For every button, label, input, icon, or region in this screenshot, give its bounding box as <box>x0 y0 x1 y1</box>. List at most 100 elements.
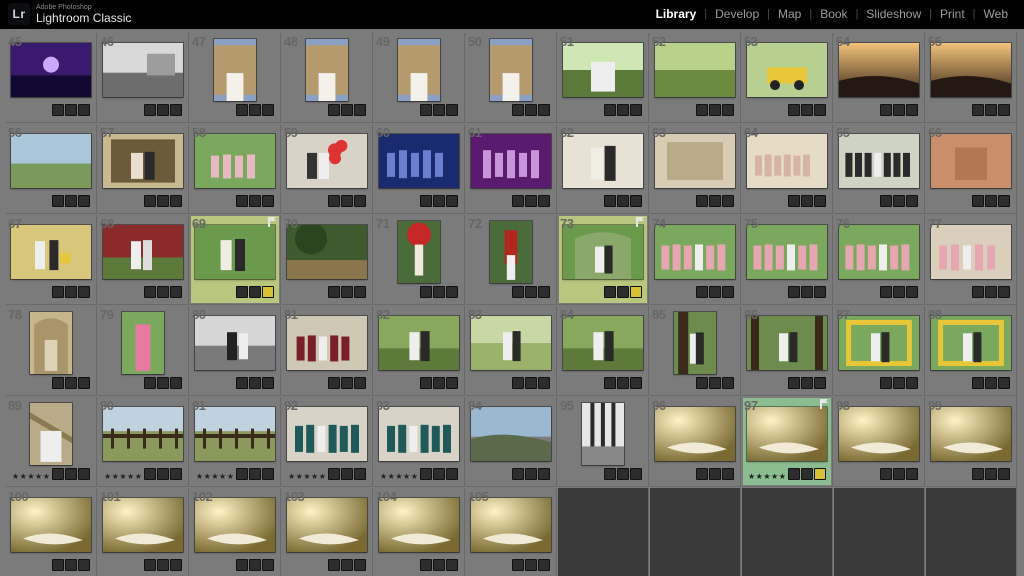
badge-icon[interactable] <box>236 559 248 571</box>
grid-cell[interactable]: 56 <box>6 124 97 214</box>
thumbnail[interactable] <box>563 316 643 370</box>
badge-icon[interactable] <box>985 377 997 389</box>
badge-icon[interactable] <box>538 377 550 389</box>
badge-icon[interactable] <box>788 195 800 207</box>
grid-cell[interactable]: 64 <box>742 124 833 214</box>
badge-icon[interactable] <box>985 195 997 207</box>
thumbnail[interactable] <box>398 221 440 283</box>
grid-cell[interactable]: 102 <box>190 488 281 576</box>
badge-icon[interactable] <box>157 286 169 298</box>
badge-icon[interactable] <box>262 104 274 116</box>
badge-icon[interactable] <box>709 104 721 116</box>
thumbnail[interactable] <box>747 225 827 279</box>
module-tab-print[interactable]: Print <box>932 7 973 21</box>
badge-icon[interactable] <box>249 286 261 298</box>
badge-icon[interactable] <box>433 104 445 116</box>
badge-icon[interactable] <box>262 559 274 571</box>
badge-icon[interactable] <box>696 377 708 389</box>
badge-icon[interactable] <box>972 377 984 389</box>
badge-icon[interactable] <box>722 104 734 116</box>
badge-icon[interactable] <box>170 286 182 298</box>
grid-cell[interactable]: 97★★★★★ <box>742 397 833 487</box>
badge-icon[interactable] <box>722 377 734 389</box>
thumbnail[interactable] <box>582 403 624 465</box>
badge-icon[interactable] <box>998 104 1010 116</box>
badge-icon[interactable] <box>420 104 432 116</box>
badge-icon[interactable] <box>144 286 156 298</box>
badge-icon[interactable] <box>972 286 984 298</box>
badge-icon[interactable] <box>170 559 182 571</box>
badge-icon[interactable] <box>538 195 550 207</box>
badge-icon[interactable] <box>446 286 458 298</box>
grid-cell[interactable]: 48 <box>282 33 373 123</box>
badge-icon[interactable] <box>998 195 1010 207</box>
badge-icon[interactable] <box>801 195 813 207</box>
pick-flag-icon[interactable] <box>819 399 829 409</box>
badge-icon[interactable] <box>630 377 642 389</box>
badge-icon[interactable] <box>170 104 182 116</box>
thumbnail[interactable] <box>379 407 459 461</box>
badge-icon[interactable] <box>354 468 366 480</box>
grid-cell[interactable]: 85 <box>650 306 741 396</box>
badge-icon[interactable] <box>433 377 445 389</box>
grid-cell[interactable]: 75 <box>742 215 833 305</box>
grid-cell[interactable]: 59 <box>282 124 373 214</box>
badge-icon[interactable] <box>78 286 90 298</box>
badge-icon[interactable] <box>262 468 274 480</box>
thumbnail[interactable] <box>839 407 919 461</box>
badge-icon[interactable] <box>157 377 169 389</box>
badge-icon[interactable] <box>788 104 800 116</box>
grid-cell[interactable]: 92★★★★★ <box>282 397 373 487</box>
badge-icon[interactable] <box>433 468 445 480</box>
badge-icon[interactable] <box>801 286 813 298</box>
grid-cell[interactable]: 46 <box>98 33 189 123</box>
badge-icon[interactable] <box>236 286 248 298</box>
grid-cell[interactable]: 51 <box>558 33 649 123</box>
grid-cell[interactable]: 93★★★★★ <box>374 397 465 487</box>
grid-cell[interactable]: 49 <box>374 33 465 123</box>
badge-icon[interactable] <box>538 559 550 571</box>
badge-icon[interactable] <box>446 195 458 207</box>
grid-cell[interactable]: 87 <box>834 306 925 396</box>
grid-cell[interactable]: 73 <box>558 215 649 305</box>
badge-icon[interactable] <box>538 286 550 298</box>
badge-icon[interactable] <box>604 377 616 389</box>
thumbnail[interactable] <box>931 43 1011 97</box>
thumbnail[interactable] <box>11 225 91 279</box>
module-tab-library[interactable]: Library <box>648 7 705 21</box>
badge-icon[interactable] <box>354 104 366 116</box>
thumbnail[interactable] <box>103 407 183 461</box>
badge-icon[interactable] <box>328 104 340 116</box>
pick-flag-icon[interactable] <box>267 217 277 227</box>
module-tab-map[interactable]: Map <box>770 7 809 21</box>
thumbnail[interactable] <box>287 225 367 279</box>
badge-icon[interactable] <box>788 377 800 389</box>
thumbnail[interactable] <box>655 134 735 188</box>
badge-icon[interactable] <box>170 468 182 480</box>
badge-icon[interactable] <box>538 468 550 480</box>
grid-cell[interactable]: 82 <box>374 306 465 396</box>
badge-icon[interactable] <box>893 104 905 116</box>
grid-cell[interactable]: 98 <box>834 397 925 487</box>
badge-icon[interactable] <box>52 468 64 480</box>
star-rating[interactable]: ★★★★★ <box>12 472 50 481</box>
badge-icon[interactable] <box>893 377 905 389</box>
grid-cell[interactable]: 62 <box>558 124 649 214</box>
badge-icon[interactable] <box>249 559 261 571</box>
thumbnail[interactable] <box>103 225 183 279</box>
star-rating[interactable]: ★★★★★ <box>288 472 326 481</box>
badge-icon[interactable] <box>801 104 813 116</box>
thumbnail[interactable] <box>490 39 532 101</box>
badge-icon[interactable] <box>341 104 353 116</box>
module-tab-book[interactable]: Book <box>812 7 855 21</box>
badge-icon[interactable] <box>696 286 708 298</box>
thumbnail[interactable] <box>747 134 827 188</box>
badge-icon[interactable] <box>52 195 64 207</box>
thumbnail[interactable] <box>195 134 275 188</box>
badge-icon[interactable] <box>617 286 629 298</box>
grid-cell[interactable]: 78 <box>6 306 97 396</box>
badge-icon[interactable] <box>525 195 537 207</box>
badge-icon[interactable] <box>341 559 353 571</box>
grid-cell[interactable]: 55 <box>926 33 1017 123</box>
grid-cell[interactable]: 61 <box>466 124 557 214</box>
